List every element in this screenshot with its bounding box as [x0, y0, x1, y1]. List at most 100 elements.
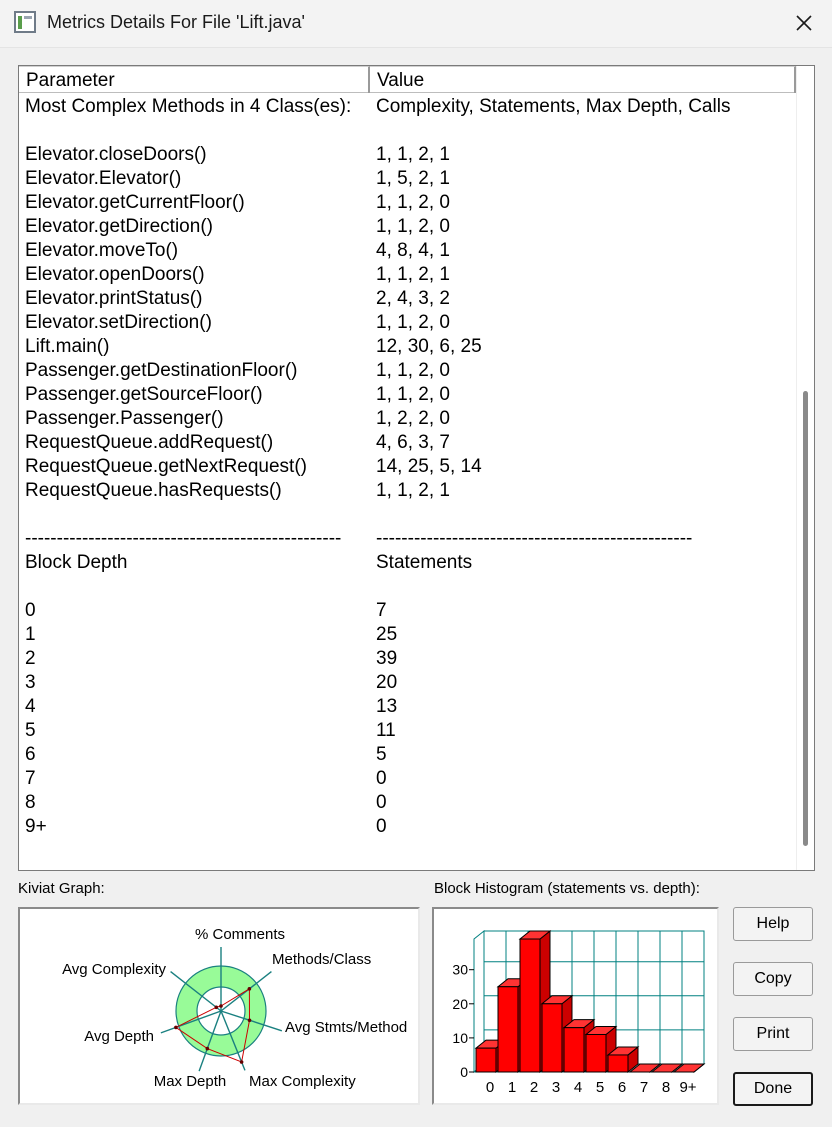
- table-row[interactable]: Most Complex Methods in 4 Class(es): Comp…: [19, 95, 796, 119]
- histogram-y-tick-label: 0: [460, 1064, 468, 1080]
- table-row[interactable]: ----------------------------------------…: [19, 863, 796, 870]
- table-row[interactable]: 07: [19, 599, 796, 623]
- parameter-cell: Lift.main(): [25, 336, 110, 357]
- table-rows: Most Complex Methods in 4 Class(es): Comp…: [19, 95, 796, 870]
- done-button[interactable]: Done: [733, 1072, 813, 1106]
- app-icon: [14, 11, 36, 33]
- table-row[interactable]: Block Depth Statements: [19, 551, 796, 575]
- value-cell: 1, 1, 2, 0: [376, 360, 450, 381]
- block-histogram-label: Block Histogram (statements vs. depth):: [434, 880, 700, 897]
- value-cell: 1, 5, 2, 1: [376, 168, 450, 189]
- table-row[interactable]: [19, 575, 796, 599]
- parameter-cell: Elevator.getDirection(): [25, 216, 213, 237]
- table-row[interactable]: 1 25: [19, 623, 796, 647]
- value-cell: Complexity, Statements, Max Depth, Calls: [376, 96, 731, 117]
- table-header: Parameter Value: [19, 66, 796, 93]
- table-row[interactable]: Passenger.getDestinationFloor() 1, 1, 2, …: [19, 359, 796, 383]
- table-row[interactable]: Elevator.printStatus() 2, 4, 3, 2: [19, 287, 796, 311]
- histogram-x-tick-label: 6: [618, 1079, 626, 1096]
- kiviat-point: [239, 1060, 244, 1064]
- column-header-parameter[interactable]: Parameter: [19, 66, 370, 93]
- table-row[interactable]: 2 39: [19, 647, 796, 671]
- value-cell: 13: [376, 696, 398, 717]
- copy-button[interactable]: Copy: [733, 962, 813, 996]
- window-title: Metrics Details For File 'Lift.java': [47, 12, 305, 32]
- table-row[interactable]: Lift.main() 12, 30, 6, 25: [19, 335, 796, 359]
- table-row[interactable]: Elevator.closeDoors() 1, 1, 2, 1: [19, 143, 796, 167]
- table-row[interactable]: Elevator.openDoors() 1, 1, 2, 1: [19, 263, 796, 287]
- histogram-x-tick-label: 7: [640, 1079, 648, 1096]
- value-cell: 4, 8, 4, 1: [376, 240, 450, 261]
- parameter-cell: Elevator.setDirection(): [25, 312, 212, 333]
- histogram-x-tick-label: 8: [662, 1079, 670, 1096]
- parameter-cell: 7: [25, 768, 36, 789]
- kiviat-axis-label: % Comments: [195, 926, 285, 943]
- table-row[interactable]: Elevator.getCurrentFloor() 1, 1, 2, 0: [19, 191, 796, 215]
- kiviat-axis-label: Max Depth: [154, 1073, 227, 1090]
- table-row[interactable]: 4 13: [19, 695, 796, 719]
- parameter-cell: RequestQueue.addRequest(): [25, 432, 274, 453]
- kiviat-axis-label: Avg Depth: [84, 1028, 154, 1045]
- table-row[interactable]: 65: [19, 743, 796, 767]
- table-row[interactable]: 70: [19, 767, 796, 791]
- column-header-value[interactable]: Value: [370, 66, 796, 93]
- value-cell: 1, 1, 2, 1: [376, 144, 450, 165]
- table-row[interactable]: Passenger.getSourceFloor() 1, 1, 2, 0: [19, 383, 796, 407]
- parameter-cell: Passenger.getDestinationFloor(): [25, 360, 298, 381]
- parameter-cell: Passenger.getSourceFloor(): [25, 384, 263, 405]
- table-row[interactable]: 9+ 0: [19, 815, 796, 839]
- value-cell: ----------------------------------------…: [376, 863, 692, 870]
- table-row[interactable]: ----------------------------------------…: [19, 527, 796, 551]
- metrics-table[interactable]: Parameter Value Most Complex Methods in …: [18, 65, 815, 871]
- parameter-cell: Block Depth: [25, 552, 128, 573]
- value-cell: 0: [376, 768, 387, 789]
- kiviat-graph-label: Kiviat Graph:: [18, 880, 105, 897]
- table-row[interactable]: RequestQueue.getNextRequest() 14, 25, 5, …: [19, 455, 796, 479]
- kiviat-point: [174, 1025, 178, 1030]
- table-row[interactable]: Elevator.Elevator() 1, 5, 2, 1: [19, 167, 796, 191]
- table-row[interactable]: Elevator.getDirection() 1, 1, 2, 0: [19, 215, 796, 239]
- value-cell: 5: [376, 744, 387, 765]
- close-button[interactable]: [790, 9, 818, 37]
- histogram-y-tick-label: 30: [452, 962, 468, 978]
- histogram-chart: 01020300 1 2 3 4 5 6 7 8 9+: [452, 929, 706, 1096]
- table-row[interactable]: 3 20: [19, 671, 796, 695]
- table-row[interactable]: RequestQueue.addRequest() 4, 6, 3, 7: [19, 431, 796, 455]
- print-button[interactable]: Print: [733, 1017, 813, 1051]
- table-row[interactable]: [19, 503, 796, 527]
- parameter-cell: RequestQueue.getNextRequest(): [25, 456, 307, 477]
- table-row[interactable]: [19, 839, 796, 863]
- value-cell: Statements: [376, 552, 473, 573]
- table-row[interactable]: Elevator.setDirection() 1, 1, 2, 0: [19, 311, 796, 335]
- parameter-cell: 4: [25, 696, 36, 717]
- kiviat-axis-label: Avg Complexity: [62, 961, 166, 978]
- table-row[interactable]: Passenger.Passenger() 1, 2, 2, 0: [19, 407, 796, 431]
- histogram-x-tick-label: 3: [552, 1079, 560, 1096]
- value-cell: 1, 1, 2, 0: [376, 192, 450, 213]
- table-row[interactable]: Elevator.moveTo() 4, 8, 4, 1: [19, 239, 796, 263]
- table-row[interactable]: 80: [19, 791, 796, 815]
- parameter-cell: Elevator.Elevator(): [25, 168, 182, 189]
- histogram-y-tick-label: 20: [452, 996, 468, 1012]
- parameter-cell: Elevator.printStatus(): [25, 288, 203, 309]
- value-cell: 2, 4, 3, 2: [376, 288, 450, 309]
- vertical-scrollbar[interactable]: [796, 66, 814, 870]
- kiviat-point: [247, 1018, 252, 1023]
- kiviat-point: [205, 1046, 210, 1051]
- table-row[interactable]: RequestQueue.hasRequests() 1, 1, 2, 1: [19, 479, 796, 503]
- value-cell: 1, 1, 2, 1: [376, 264, 450, 285]
- histogram-x-tick-label: 1: [508, 1079, 516, 1096]
- kiviat-axis-label: Methods/Class: [272, 951, 371, 968]
- help-button[interactable]: Help: [733, 907, 813, 941]
- value-cell: 1, 1, 2, 0: [376, 312, 450, 333]
- table-row[interactable]: 5 11: [19, 719, 796, 743]
- value-cell: ----------------------------------------…: [376, 528, 693, 549]
- parameter-cell: 6: [25, 744, 36, 765]
- table-row[interactable]: [19, 119, 796, 143]
- value-cell: 1, 2, 2, 0: [376, 408, 450, 429]
- histogram-x-tick-label: 4: [574, 1079, 582, 1096]
- kiviat-graph: % Comments Methods/Class Avg Stmts/Method M…: [18, 907, 420, 1105]
- value-cell: 0: [376, 816, 387, 837]
- scrollbar-thumb[interactable]: [803, 391, 808, 846]
- parameter-cell: ----------------------------------------…: [25, 863, 341, 870]
